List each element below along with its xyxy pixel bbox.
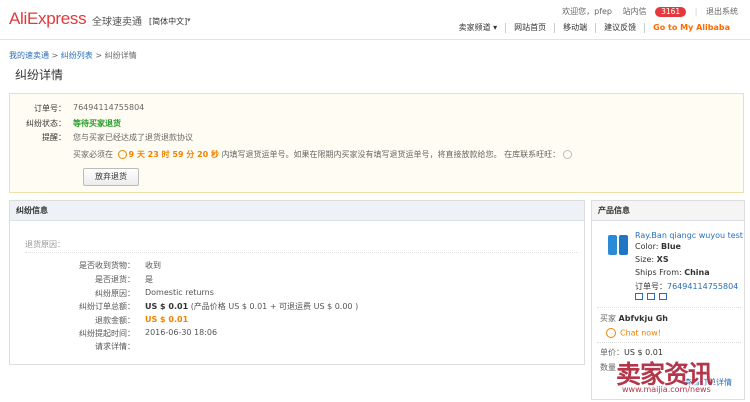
nav-mobile[interactable]: 移动端 bbox=[554, 23, 595, 33]
tip-text: 您与买家已经达成了退货退款协议 bbox=[73, 133, 193, 142]
aliexpress-logo[interactable]: AliExpress bbox=[9, 9, 87, 29]
chat-icon bbox=[606, 328, 616, 338]
detail-icon[interactable] bbox=[659, 293, 667, 300]
countdown-timer: 9 天 23 时 59 分 20 秒 bbox=[128, 150, 220, 159]
dispute-info-panel: 纠纷信息 退货原因： 是否收到货物： 收到 是否退货： 是 纠纷原因： Dome… bbox=[9, 200, 585, 365]
username[interactable]: pfep bbox=[594, 7, 612, 16]
abandon-return-button[interactable]: 放弃退货 bbox=[83, 168, 139, 186]
product-color: Blue bbox=[661, 242, 681, 251]
inbox-link[interactable]: 站内信 bbox=[623, 7, 647, 16]
clock-icon bbox=[117, 150, 127, 159]
order-number: 76494114755804 bbox=[73, 103, 145, 112]
snapshot-icon[interactable] bbox=[635, 293, 643, 300]
breadcrumb: 我的速卖通 > 纠纷列表 > 纠纷详情 bbox=[9, 51, 137, 60]
dispute-status: 等待买家退货 bbox=[73, 119, 121, 128]
order-number-label: 订单号： bbox=[34, 104, 66, 113]
nav-home[interactable]: 网站首页 bbox=[505, 23, 554, 33]
divider bbox=[25, 252, 577, 253]
product-thumbnail[interactable] bbox=[606, 232, 630, 258]
product-info-heading: 产品信息 bbox=[592, 201, 744, 221]
nav-my-alibaba[interactable]: Go to My Alibaba bbox=[644, 23, 738, 33]
wangwang-chat-icon[interactable] bbox=[563, 150, 573, 159]
chevron-down-icon[interactable]: ▾ bbox=[187, 16, 191, 24]
product-size: XS bbox=[656, 255, 669, 264]
product-ships-from: China bbox=[684, 268, 710, 277]
buyer-name: Abfvkju Gh bbox=[618, 314, 668, 323]
user-topbar: 欢迎您，pfep 站内信 3161 | 退出系统 bbox=[562, 7, 738, 17]
order-total-breakdown: (产品价格 US $ 0.01 + 可退运费 US $ 0.00 ) bbox=[190, 302, 359, 311]
language-selector[interactable]: [简体中文] bbox=[149, 16, 187, 27]
refund-amount: US $ 0.01 bbox=[145, 315, 189, 324]
logout-link[interactable]: 退出系统 bbox=[706, 7, 738, 16]
order-total-amount: US $ 0.01 bbox=[145, 302, 189, 311]
product-order-link[interactable]: 76494114755804 bbox=[667, 282, 738, 291]
dispute-summary-box: 订单号： 76494114755804 纠纷状态： 等待买家退货 提醒： 您与买… bbox=[9, 93, 744, 193]
page-title: 纠纷详情 bbox=[15, 68, 64, 82]
nav-seller-channel[interactable]: 卖家频道 ▾ bbox=[451, 23, 506, 33]
dispute-status-label: 纠纷状态： bbox=[26, 119, 66, 128]
watermark-url: www.maijia.com/news bbox=[622, 385, 711, 394]
header-nav: 卖家频道 ▾ 网站首页 移动端 建议反馈 Go to My Alibaba bbox=[451, 23, 738, 33]
dispute-info-heading: 纠纷信息 bbox=[10, 201, 584, 221]
tip-label: 提醒： bbox=[42, 133, 66, 142]
product-name-link[interactable]: Ray.Ban qiangc wuyou test bbox=[635, 231, 743, 240]
logo-subtitle: 全球速卖通 bbox=[92, 17, 142, 28]
breadcrumb-dispute-list[interactable]: 纠纷列表 bbox=[61, 51, 93, 60]
greeting-text: 欢迎您， bbox=[562, 7, 595, 16]
top-header: AliExpress 全球速卖通 [简体中文] ▾ 欢迎您，pfep 站内信 3… bbox=[0, 0, 750, 40]
breadcrumb-current: 纠纷详情 bbox=[104, 51, 137, 60]
chat-now-link[interactable]: Chat now! bbox=[606, 328, 661, 338]
return-reason-header: 退货原因： bbox=[25, 240, 65, 249]
breadcrumb-my-aliexpress[interactable]: 我的速卖通 bbox=[9, 51, 49, 60]
countdown-line: 买家必须在 9 天 23 时 59 分 20 秒 内填写退货运单号。如果在限期内… bbox=[73, 149, 573, 160]
nav-feedback[interactable]: 建议反馈 bbox=[595, 23, 644, 33]
product-action-icons bbox=[635, 293, 667, 300]
message-icon[interactable] bbox=[647, 293, 655, 300]
inbox-count-badge[interactable]: 3161 bbox=[655, 7, 687, 17]
